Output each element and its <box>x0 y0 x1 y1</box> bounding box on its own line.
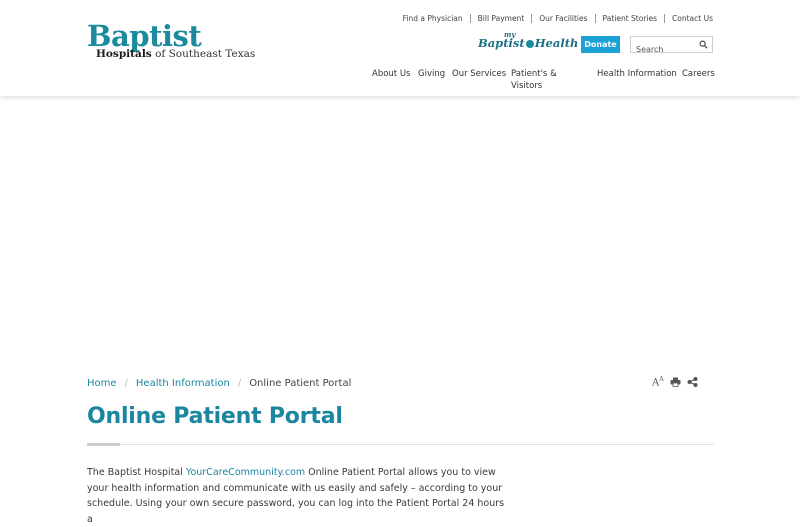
mbh-baptist: Baptist <box>478 36 525 50</box>
logo-main-text: Baptist <box>87 19 202 53</box>
page-tools: AA <box>652 376 704 388</box>
nav-health-information[interactable]: Health Information <box>597 68 677 80</box>
utility-link-bill-payment[interactable]: Bill Payment <box>469 14 532 23</box>
nav-giving[interactable]: Giving <box>418 68 445 80</box>
mbh-my: my <box>504 30 516 39</box>
logo-sub-text: Hospitals of Southeast Texas <box>96 48 255 60</box>
yourcarecommunity-link[interactable]: YourCareCommunity.com <box>186 467 305 478</box>
logo-sub-rest: of Southeast Texas <box>151 48 256 60</box>
search-input[interactable] <box>631 42 700 57</box>
mbh-health: Health <box>534 36 579 50</box>
search-box <box>630 36 713 57</box>
intro-paragraph: The Baptist Hospital YourCareCommunity.c… <box>87 465 507 527</box>
breadcrumb-current: Online Patient Portal <box>249 378 352 389</box>
text-size-sup: A <box>659 376 664 383</box>
print-icon[interactable] <box>670 377 681 388</box>
utility-link-find-physician[interactable]: Find a Physician <box>396 14 470 23</box>
nav-patients-visitors-line1[interactable]: Patient's & <box>511 68 557 80</box>
nav-our-services[interactable]: Our Services <box>452 68 506 80</box>
breadcrumb: Home / Health Information / Online Patie… <box>87 378 351 389</box>
nav-about-us[interactable]: About Us <box>372 68 410 80</box>
search-icon[interactable] <box>699 40 708 49</box>
breadcrumb-separator: / <box>124 378 128 389</box>
nav-careers[interactable]: Careers <box>682 68 715 80</box>
breadcrumb-separator: / <box>237 378 242 389</box>
utility-nav: Find a Physician Bill Payment Our Facili… <box>396 14 713 23</box>
mybaptisthealth-logo[interactable]: my Baptist Health <box>478 30 579 50</box>
breadcrumb-health-information[interactable]: Health Information <box>136 378 230 389</box>
breadcrumb-home[interactable]: Home <box>87 378 117 389</box>
utility-link-contact-us[interactable]: Contact Us <box>664 14 713 23</box>
share-icon[interactable] <box>687 377 698 388</box>
site-header: Baptist Hospitals of Southeast Texas Fin… <box>0 0 800 96</box>
mbh-circle-icon <box>525 40 534 48</box>
page-title: Online Patient Portal <box>87 404 343 429</box>
text-size-icon[interactable]: AA <box>652 376 664 388</box>
utility-link-patient-stories[interactable]: Patient Stories <box>594 14 664 23</box>
title-divider <box>87 444 714 445</box>
donate-button[interactable]: Donate <box>581 36 620 53</box>
utility-link-our-facilities[interactable]: Our Facilities <box>531 14 594 23</box>
intro-text-part1: The Baptist Hospital <box>87 467 186 478</box>
title-divider-accent <box>87 443 120 446</box>
nav-patients-visitors-line2[interactable]: Visitors <box>511 80 542 92</box>
baptist-logo[interactable]: Baptist Hospitals of Southeast Texas <box>87 19 255 61</box>
logo-sub-bold: Hospitals <box>96 48 152 60</box>
